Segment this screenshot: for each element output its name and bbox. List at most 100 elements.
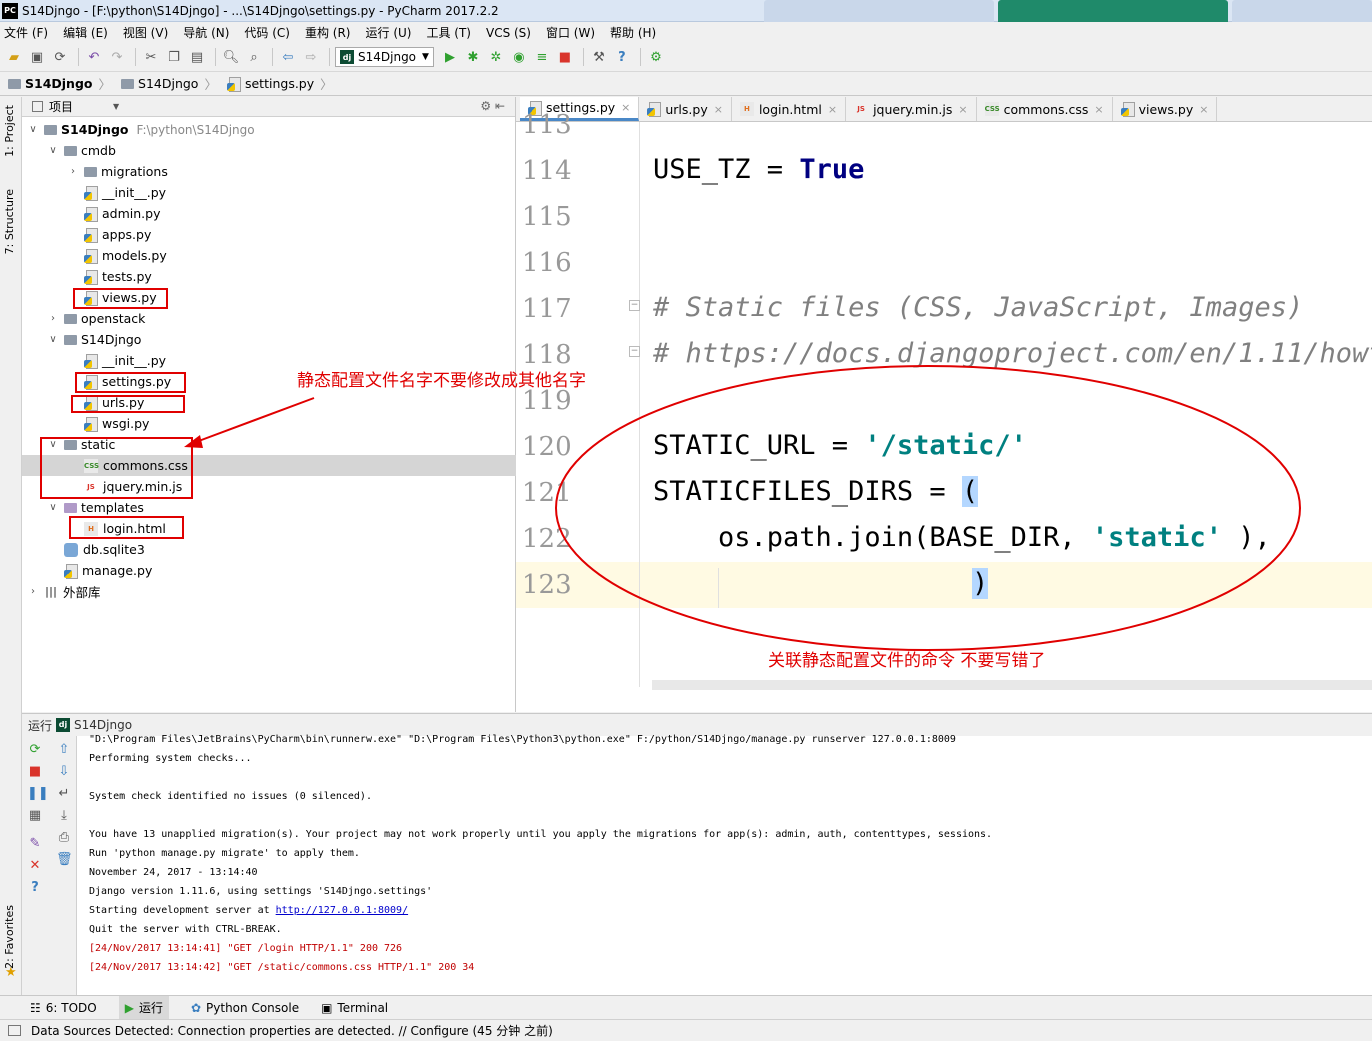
arrow-down-icon[interactable]: ⇩	[56, 764, 72, 780]
status-text[interactable]: Data Sources Detected: Connection proper…	[31, 1022, 553, 1039]
tab-todo[interactable]: ☷ 6: TODO	[30, 1001, 97, 1015]
folder-icon	[64, 145, 77, 156]
tree-item[interactable]: apps.py	[22, 224, 516, 245]
tree-item[interactable]: tests.py	[22, 266, 516, 287]
chevron-right-icon[interactable]: ›	[46, 313, 60, 324]
tab-python-console[interactable]: ✿ Python Console	[191, 1001, 299, 1015]
print-icon[interactable]: ⎙	[56, 830, 72, 846]
tree-item[interactable]: › migrations	[22, 161, 516, 182]
chevron-down-icon[interactable]: ∨	[46, 334, 60, 345]
gear-icon[interactable]: ⚙	[480, 99, 491, 113]
tree-item[interactable]: admin.py	[22, 203, 516, 224]
tree-item[interactable]: ∨ S14Djngo	[22, 329, 516, 350]
help-icon[interactable]: ?	[27, 880, 43, 896]
menu-code[interactable]: 代码 (C)	[244, 24, 290, 41]
tab-run[interactable]: ▶ 运行	[118, 996, 169, 1019]
tree-item[interactable]: urls.py	[22, 392, 516, 413]
rerun-icon[interactable]: ⟳	[27, 742, 43, 758]
chevron-down-icon[interactable]: ∨	[46, 502, 60, 513]
paste-icon[interactable]: ▤	[187, 47, 207, 67]
chevron-down-icon[interactable]: ∨	[26, 124, 40, 135]
menu-run[interactable]: 运行 (U)	[366, 24, 412, 41]
tree-item[interactable]: db.sqlite3	[22, 539, 516, 560]
sync-icon[interactable]: ⟳	[50, 47, 70, 67]
pin-icon[interactable]: ✎	[27, 836, 43, 852]
chevron-down-icon[interactable]: ▼	[113, 102, 119, 111]
breadcrumb-file[interactable]: settings.py 〉	[226, 74, 339, 93]
pause-icon[interactable]: ❚❚	[27, 786, 49, 802]
breadcrumb-package[interactable]: S14Djngo 〉	[121, 74, 223, 93]
settings-icon[interactable]: ⚒	[589, 47, 609, 67]
menu-view[interactable]: 视图 (V)	[123, 24, 168, 41]
stop-icon[interactable]: ■	[555, 47, 575, 67]
run-icon[interactable]: ▶	[440, 47, 460, 67]
save-icon[interactable]: ▣	[27, 47, 47, 67]
menu-vcs[interactable]: VCS (S)	[486, 26, 531, 40]
chevron-down-icon[interactable]: ∨	[46, 439, 60, 450]
vcs-icon[interactable]: ⚙	[646, 47, 666, 67]
back-icon[interactable]: ⇦	[278, 47, 298, 67]
undo-icon[interactable]: ↶	[84, 47, 104, 67]
side-tab-project[interactable]: 1: Project	[3, 105, 16, 157]
redo-icon[interactable]: ↷	[107, 47, 127, 67]
tree-item[interactable]: CSS commons.css	[22, 455, 516, 476]
concurrency-icon[interactable]: ≡	[532, 47, 552, 67]
soft-wrap-icon[interactable]: ↵	[56, 786, 72, 802]
tree-item[interactable]: ∨ cmdb	[22, 140, 516, 161]
layout-icon[interactable]: ▦	[27, 808, 43, 824]
close-icon[interactable]: ✕	[27, 858, 43, 874]
find-icon[interactable]: 🔍︎	[221, 47, 241, 67]
replace-icon[interactable]: ⌕	[244, 47, 264, 67]
tree-item[interactable]: manage.py	[22, 560, 516, 581]
tree-item[interactable]: ∨ static	[22, 434, 516, 455]
chevron-right-icon[interactable]: ›	[66, 166, 80, 177]
open-folder-icon[interactable]: ▰	[4, 47, 24, 67]
tree-item[interactable]: __init__.py	[22, 182, 516, 203]
profile-icon[interactable]: ◉	[509, 47, 529, 67]
side-tab-structure[interactable]: 7: Structure	[3, 189, 16, 254]
scroll-to-end-icon[interactable]: ⤓	[56, 808, 72, 824]
coverage-icon[interactable]: ✲	[486, 47, 506, 67]
chevron-down-icon[interactable]: ∨	[46, 145, 60, 156]
tree-item[interactable]: ∨ templates	[22, 497, 516, 518]
menu-navigate[interactable]: 导航 (N)	[183, 24, 229, 41]
help-icon[interactable]: ?	[612, 47, 632, 67]
tree-item[interactable]: JS jquery.min.js	[22, 476, 516, 497]
console-line: Run 'python manage.py migrate' to apply …	[89, 848, 360, 859]
tree-item[interactable]: models.py	[22, 245, 516, 266]
run-panel-label: 运行	[28, 718, 53, 733]
tree-item[interactable]: views.py	[22, 287, 516, 308]
menu-file[interactable]: 文件 (F)	[4, 24, 48, 41]
tree-item[interactable]: Hlogin.html	[22, 518, 516, 539]
folder-icon	[64, 502, 77, 513]
run-config-select[interactable]: dj S14Djngo ▼	[335, 47, 434, 67]
menu-refactor[interactable]: 重构 (R)	[305, 24, 351, 41]
trash-icon[interactable]: 🗑︎	[56, 852, 73, 868]
menu-window[interactable]: 窗口 (W)	[546, 24, 595, 41]
stop-icon[interactable]: ■	[27, 764, 43, 780]
forward-icon[interactable]: ⇨	[301, 47, 321, 67]
tree-item-label: login.html	[103, 521, 166, 536]
arrow-up-icon[interactable]: ⇧	[56, 742, 72, 758]
console-output[interactable]: "D:\Program Files\JetBrains\PyCharm\bin\…	[89, 734, 1369, 996]
side-tab-favorites[interactable]: 2: Favorites	[3, 905, 16, 969]
project-panel-title[interactable]: 项目	[49, 98, 73, 115]
status-icon[interactable]	[8, 1025, 21, 1036]
server-link[interactable]: http://127.0.0.1:8009/	[276, 905, 408, 916]
tree-item[interactable]: ∨ S14Djngo F:\python\S14Djngo	[22, 119, 516, 140]
tree-item[interactable]: › openstack	[22, 308, 516, 329]
folder-icon	[8, 78, 21, 89]
copy-icon[interactable]: ❐	[164, 47, 184, 67]
tab-terminal[interactable]: ▣ Terminal	[321, 1001, 388, 1015]
tree-item[interactable]: › ||| 外部库	[22, 581, 516, 602]
cut-icon[interactable]: ✂	[141, 47, 161, 67]
menu-tools[interactable]: 工具 (T)	[426, 24, 471, 41]
breadcrumb-project[interactable]: S14Djngo 〉	[8, 74, 117, 93]
chevron-right-icon[interactable]: ›	[26, 586, 40, 597]
collapse-icon[interactable]: ⇤	[495, 99, 505, 113]
menu-help[interactable]: 帮助 (H)	[610, 24, 656, 41]
tree-item[interactable]: wsgi.py	[22, 413, 516, 434]
debug-icon[interactable]: ✱	[463, 47, 483, 67]
bottom-tool-tabs: ☷ 6: TODO ▶ 运行 ✿ Python Console ▣ Terminal	[0, 995, 1372, 1019]
menu-edit[interactable]: 编辑 (E)	[63, 24, 108, 41]
